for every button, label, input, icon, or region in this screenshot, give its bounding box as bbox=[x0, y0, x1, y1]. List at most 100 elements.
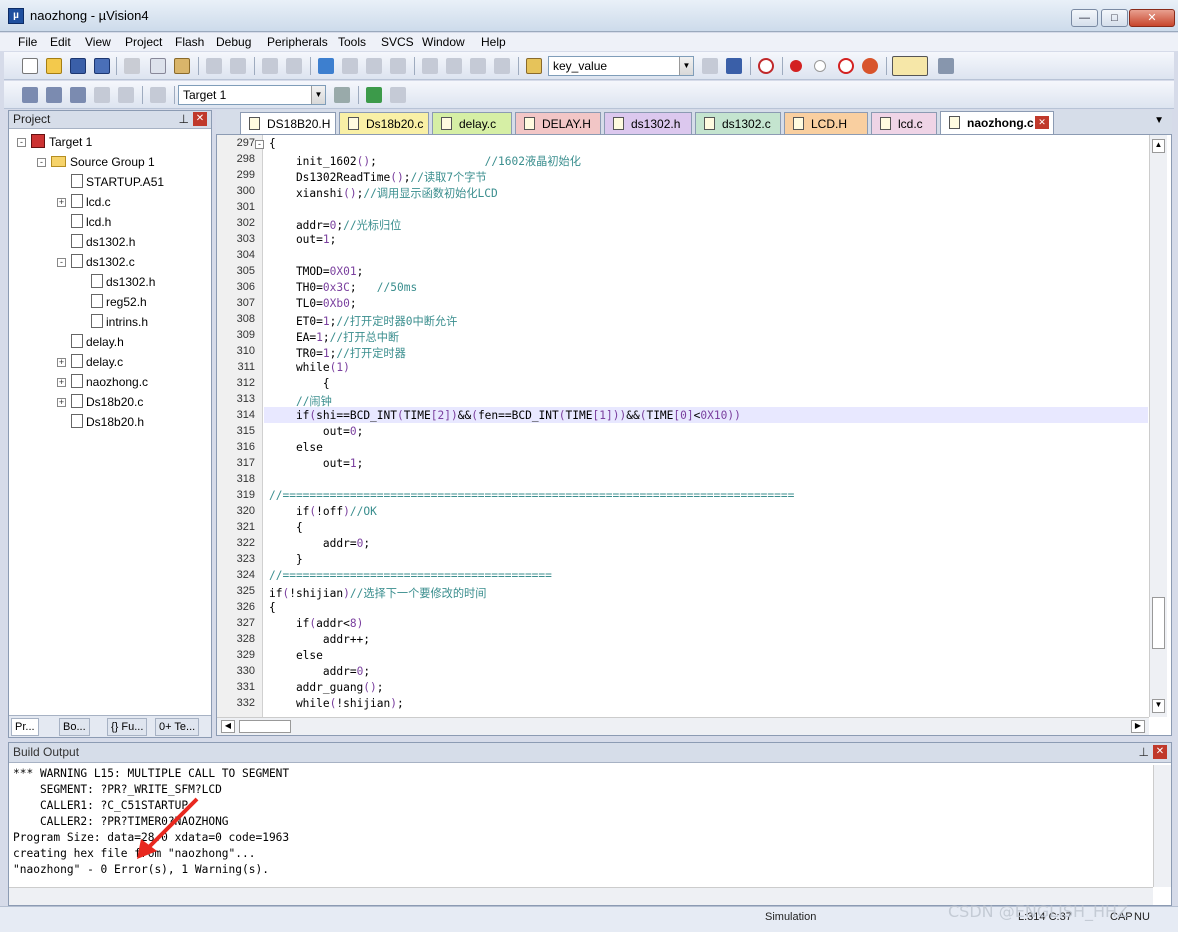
manage-components-icon[interactable] bbox=[366, 87, 382, 103]
nav-back-icon[interactable] bbox=[262, 58, 278, 74]
menu-flash[interactable]: Flash bbox=[175, 35, 204, 49]
nav-forward-icon[interactable] bbox=[286, 58, 302, 74]
download-icon[interactable] bbox=[150, 87, 166, 103]
batch-build-icon[interactable] bbox=[94, 87, 110, 103]
code-editor[interactable]: 297 298 299 300 301 302 303 304 305 306 307 308 309 3… bbox=[216, 134, 1172, 736]
close-button[interactable]: ✕ bbox=[1129, 9, 1175, 27]
close-icon[interactable]: ✕ bbox=[1153, 745, 1167, 759]
editor-tab[interactable]: delay.c bbox=[432, 112, 512, 134]
undo-icon[interactable] bbox=[206, 58, 222, 74]
expand-icon[interactable]: + bbox=[57, 398, 66, 407]
menu-tools[interactable]: Tools bbox=[338, 35, 366, 49]
pin-icon[interactable]: ⊥ bbox=[179, 112, 189, 126]
vertical-scrollbar[interactable]: ▲ ▼ bbox=[1149, 135, 1167, 717]
bookmark-icon[interactable] bbox=[318, 58, 334, 74]
tab-project[interactable]: Pr... bbox=[11, 718, 39, 736]
tree-file[interactable]: intrins.h bbox=[91, 313, 148, 331]
menu-file[interactable]: File bbox=[18, 35, 37, 49]
scroll-thumb[interactable] bbox=[1152, 597, 1165, 649]
stop-build-icon[interactable] bbox=[118, 87, 134, 103]
tab-templates[interactable]: 0+ Te... bbox=[155, 718, 200, 736]
tree-file[interactable]: delay.c bbox=[71, 353, 123, 371]
expand-icon[interactable]: + bbox=[57, 378, 66, 387]
tree-file[interactable]: reg52.h bbox=[91, 293, 147, 311]
close-tab-icon[interactable]: ✕ bbox=[1035, 116, 1049, 129]
menu-edit[interactable]: Edit bbox=[50, 35, 71, 49]
collapse-icon[interactable]: - bbox=[57, 258, 66, 267]
save-all-icon[interactable] bbox=[94, 58, 110, 74]
menu-peripherals[interactable]: Peripherals bbox=[267, 35, 328, 49]
unindent-icon[interactable] bbox=[446, 58, 462, 74]
editor-tab[interactable]: LCD.H bbox=[784, 112, 868, 134]
tab-functions[interactable]: {} Fu... bbox=[107, 718, 148, 736]
collapse-icon[interactable]: - bbox=[37, 158, 46, 167]
code-area[interactable]: { init_1602(); //1602液晶初始化 Ds1302ReadTim… bbox=[217, 135, 1147, 715]
menu-window[interactable]: Window bbox=[422, 35, 465, 49]
build-icon[interactable] bbox=[46, 87, 62, 103]
copy-icon[interactable] bbox=[150, 58, 166, 74]
wrench-icon[interactable] bbox=[938, 58, 954, 74]
breakpoint-icon[interactable] bbox=[790, 60, 802, 72]
cut-icon[interactable] bbox=[124, 58, 140, 74]
chevron-down-icon[interactable]: ▼ bbox=[679, 57, 693, 75]
tab-books[interactable]: Bo... bbox=[59, 718, 90, 736]
target-combo[interactable]: Target 1 ▼ bbox=[178, 85, 326, 105]
disable-breakpoints-icon[interactable] bbox=[838, 58, 854, 74]
save-icon[interactable] bbox=[70, 58, 86, 74]
maximize-button[interactable]: □ bbox=[1101, 9, 1128, 27]
editor-tab[interactable]: naozhong.c ✕ bbox=[940, 111, 1054, 135]
tree-file[interactable]: ds1302.c bbox=[71, 253, 135, 271]
tab-list-dropdown-icon[interactable]: ▼ bbox=[1154, 115, 1164, 126]
find-in-files-icon[interactable] bbox=[526, 58, 542, 74]
menu-view[interactable]: View bbox=[85, 35, 111, 49]
clear-bookmarks-icon[interactable] bbox=[390, 58, 406, 74]
hscroll-thumb[interactable] bbox=[239, 720, 291, 733]
expand-icon[interactable]: + bbox=[57, 198, 66, 207]
tree-target[interactable]: Target 1 bbox=[31, 133, 92, 151]
horizontal-scrollbar[interactable]: ◀ ▶ bbox=[217, 717, 1149, 735]
scroll-down-icon[interactable]: ▼ bbox=[1152, 699, 1165, 713]
editor-tab[interactable]: ds1302.c bbox=[695, 112, 781, 134]
translate-icon[interactable] bbox=[22, 87, 38, 103]
editor-tab[interactable]: ds1302.h bbox=[604, 112, 692, 134]
tree-file[interactable]: ds1302.h bbox=[71, 233, 135, 251]
new-file-icon[interactable] bbox=[22, 58, 38, 74]
debug-session-icon[interactable] bbox=[758, 58, 774, 74]
tree-file[interactable]: naozhong.c bbox=[71, 373, 148, 391]
tree-folder[interactable]: Source Group 1 bbox=[51, 153, 155, 171]
rebuild-icon[interactable] bbox=[70, 87, 86, 103]
open-folder-icon[interactable] bbox=[46, 58, 62, 74]
editor-tab[interactable]: lcd.c bbox=[871, 112, 937, 134]
editor-tab[interactable]: DS18B20.H bbox=[240, 112, 336, 134]
find-icon[interactable] bbox=[702, 58, 718, 74]
minimize-button[interactable]: — bbox=[1071, 9, 1098, 27]
next-bookmark-icon[interactable] bbox=[366, 58, 382, 74]
incremental-find-icon[interactable] bbox=[726, 58, 742, 74]
menu-help[interactable]: Help bbox=[481, 35, 506, 49]
tree-file[interactable]: ds1302.h bbox=[91, 273, 155, 291]
tree-file[interactable]: Ds18b20.c bbox=[71, 393, 143, 411]
kill-breakpoints-icon[interactable] bbox=[862, 58, 878, 74]
chevron-down-icon[interactable]: ▼ bbox=[311, 86, 325, 104]
uncomment-icon[interactable] bbox=[494, 58, 510, 74]
tree-file[interactable]: delay.h bbox=[71, 333, 124, 351]
editor-tab[interactable]: Ds18b20.c bbox=[339, 112, 429, 134]
find-combo[interactable]: key_value ▼ bbox=[548, 56, 694, 76]
menu-svcs[interactable]: SVCS bbox=[381, 35, 414, 49]
collapse-icon[interactable]: - bbox=[17, 138, 26, 147]
tree-file[interactable]: lcd.h bbox=[71, 213, 111, 231]
tree-file[interactable]: STARTUP.A51 bbox=[71, 173, 164, 191]
menu-debug[interactable]: Debug bbox=[216, 35, 251, 49]
paste-icon[interactable] bbox=[174, 58, 190, 74]
close-icon[interactable]: ✕ bbox=[193, 112, 207, 126]
redo-icon[interactable] bbox=[230, 58, 246, 74]
menu-project[interactable]: Project bbox=[125, 35, 162, 49]
pin-icon[interactable]: ⊥ bbox=[1139, 745, 1149, 759]
target-options-icon[interactable] bbox=[334, 87, 350, 103]
expand-icon[interactable]: + bbox=[57, 358, 66, 367]
comment-icon[interactable] bbox=[470, 58, 486, 74]
window-layout-icon[interactable] bbox=[892, 56, 928, 76]
prev-bookmark-icon[interactable] bbox=[342, 58, 358, 74]
scroll-left-icon[interactable]: ◀ bbox=[221, 720, 235, 733]
tree-file[interactable]: Ds18b20.h bbox=[71, 413, 144, 431]
